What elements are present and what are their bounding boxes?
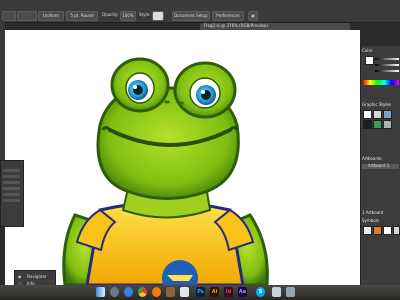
fill-color-swatch[interactable] (365, 56, 374, 65)
document-tab[interactable]: Frog2.ai @ 376% (RGB/Preview) (200, 23, 350, 30)
launchpad-icon[interactable] (110, 287, 119, 297)
fill-swatch[interactable] (2, 11, 16, 21)
chrome-icon[interactable] (138, 287, 147, 297)
preview-icon[interactable] (166, 287, 175, 297)
layer-row[interactable] (3, 169, 20, 172)
arrange-documents-icon[interactable]: ▦ (248, 11, 258, 21)
skype-icon[interactable]: S (256, 287, 265, 297)
artboard-item-label: Artboard 1 (368, 163, 390, 168)
illustrator-icon[interactable]: Ai (210, 287, 219, 297)
aftereffects-icon[interactable]: Ae (238, 287, 247, 297)
color-slider[interactable] (375, 58, 399, 60)
photoshop-icon[interactable]: Ps (196, 287, 205, 297)
artboards-panel-title: Artboards (362, 156, 382, 161)
opacity-input[interactable]: 100% (120, 11, 136, 21)
artboard-canvas[interactable] (5, 30, 360, 285)
layer-row[interactable] (3, 175, 20, 178)
firefox-icon[interactable] (152, 287, 161, 297)
symbol-swatch[interactable] (383, 226, 392, 235)
document-tab-title: Frog2.ai @ 376% (RGB/Preview) (204, 23, 268, 28)
safari-icon[interactable] (124, 287, 133, 297)
stroke-dropdown[interactable] (17, 11, 37, 21)
right-panel-dock: Color Graphic Styles Artboards Artboard … (360, 46, 400, 285)
graphic-styles-title: Graphic Styles (362, 102, 391, 107)
files-icon[interactable] (180, 287, 189, 297)
artboard-row[interactable]: Artboard 1 (362, 163, 399, 169)
style-label: Style: (139, 12, 151, 17)
symbol-swatch[interactable] (393, 226, 400, 235)
navigator-tab[interactable]: Navigator (27, 274, 47, 280)
symbol-swatch[interactable] (373, 226, 382, 235)
graphic-style-swatch[interactable] (373, 120, 382, 129)
trash-icon[interactable] (286, 287, 295, 297)
opacity-label: Opacity: (102, 12, 119, 17)
color-panel-title: Color (362, 48, 373, 53)
graphic-style-swatch[interactable] (363, 120, 372, 129)
graphic-style-swatch[interactable] (363, 110, 372, 119)
layer-row[interactable] (3, 187, 20, 190)
symbol-swatch[interactable] (363, 226, 372, 235)
graphic-style-swatch[interactable] (383, 120, 392, 129)
preferences-button[interactable]: Preferences (212, 11, 244, 21)
graphic-style-swatch[interactable] (383, 110, 392, 119)
color-slider[interactable] (375, 64, 399, 66)
layer-row[interactable] (3, 199, 20, 202)
graphic-style-swatch[interactable] (373, 110, 382, 119)
color-spectrum[interactable] (363, 80, 399, 85)
brush-dropdown[interactable]: 5 pt. Round (66, 11, 98, 21)
layer-row[interactable] (3, 193, 20, 196)
color-slider[interactable] (375, 70, 399, 72)
control-bar: Uniform 5 pt. Round Opacity: 100% Style:… (0, 0, 400, 23)
navigator-icon[interactable]: ◉ (18, 274, 22, 280)
variable-width-dropdown[interactable]: Uniform (38, 11, 64, 21)
document-setup-button[interactable]: Document Setup (172, 11, 210, 21)
indesign-icon[interactable]: Id (224, 287, 233, 297)
finder-icon[interactable] (96, 287, 105, 297)
frog-illustration (62, 57, 269, 285)
artboards-count: 1 Artboard (362, 210, 384, 215)
symbols-panel-title: Symbols (362, 218, 379, 223)
layer-row[interactable] (3, 181, 20, 184)
style-swatch[interactable] (152, 11, 164, 21)
layers-panel (0, 160, 24, 227)
downloads-icon[interactable] (272, 287, 281, 297)
